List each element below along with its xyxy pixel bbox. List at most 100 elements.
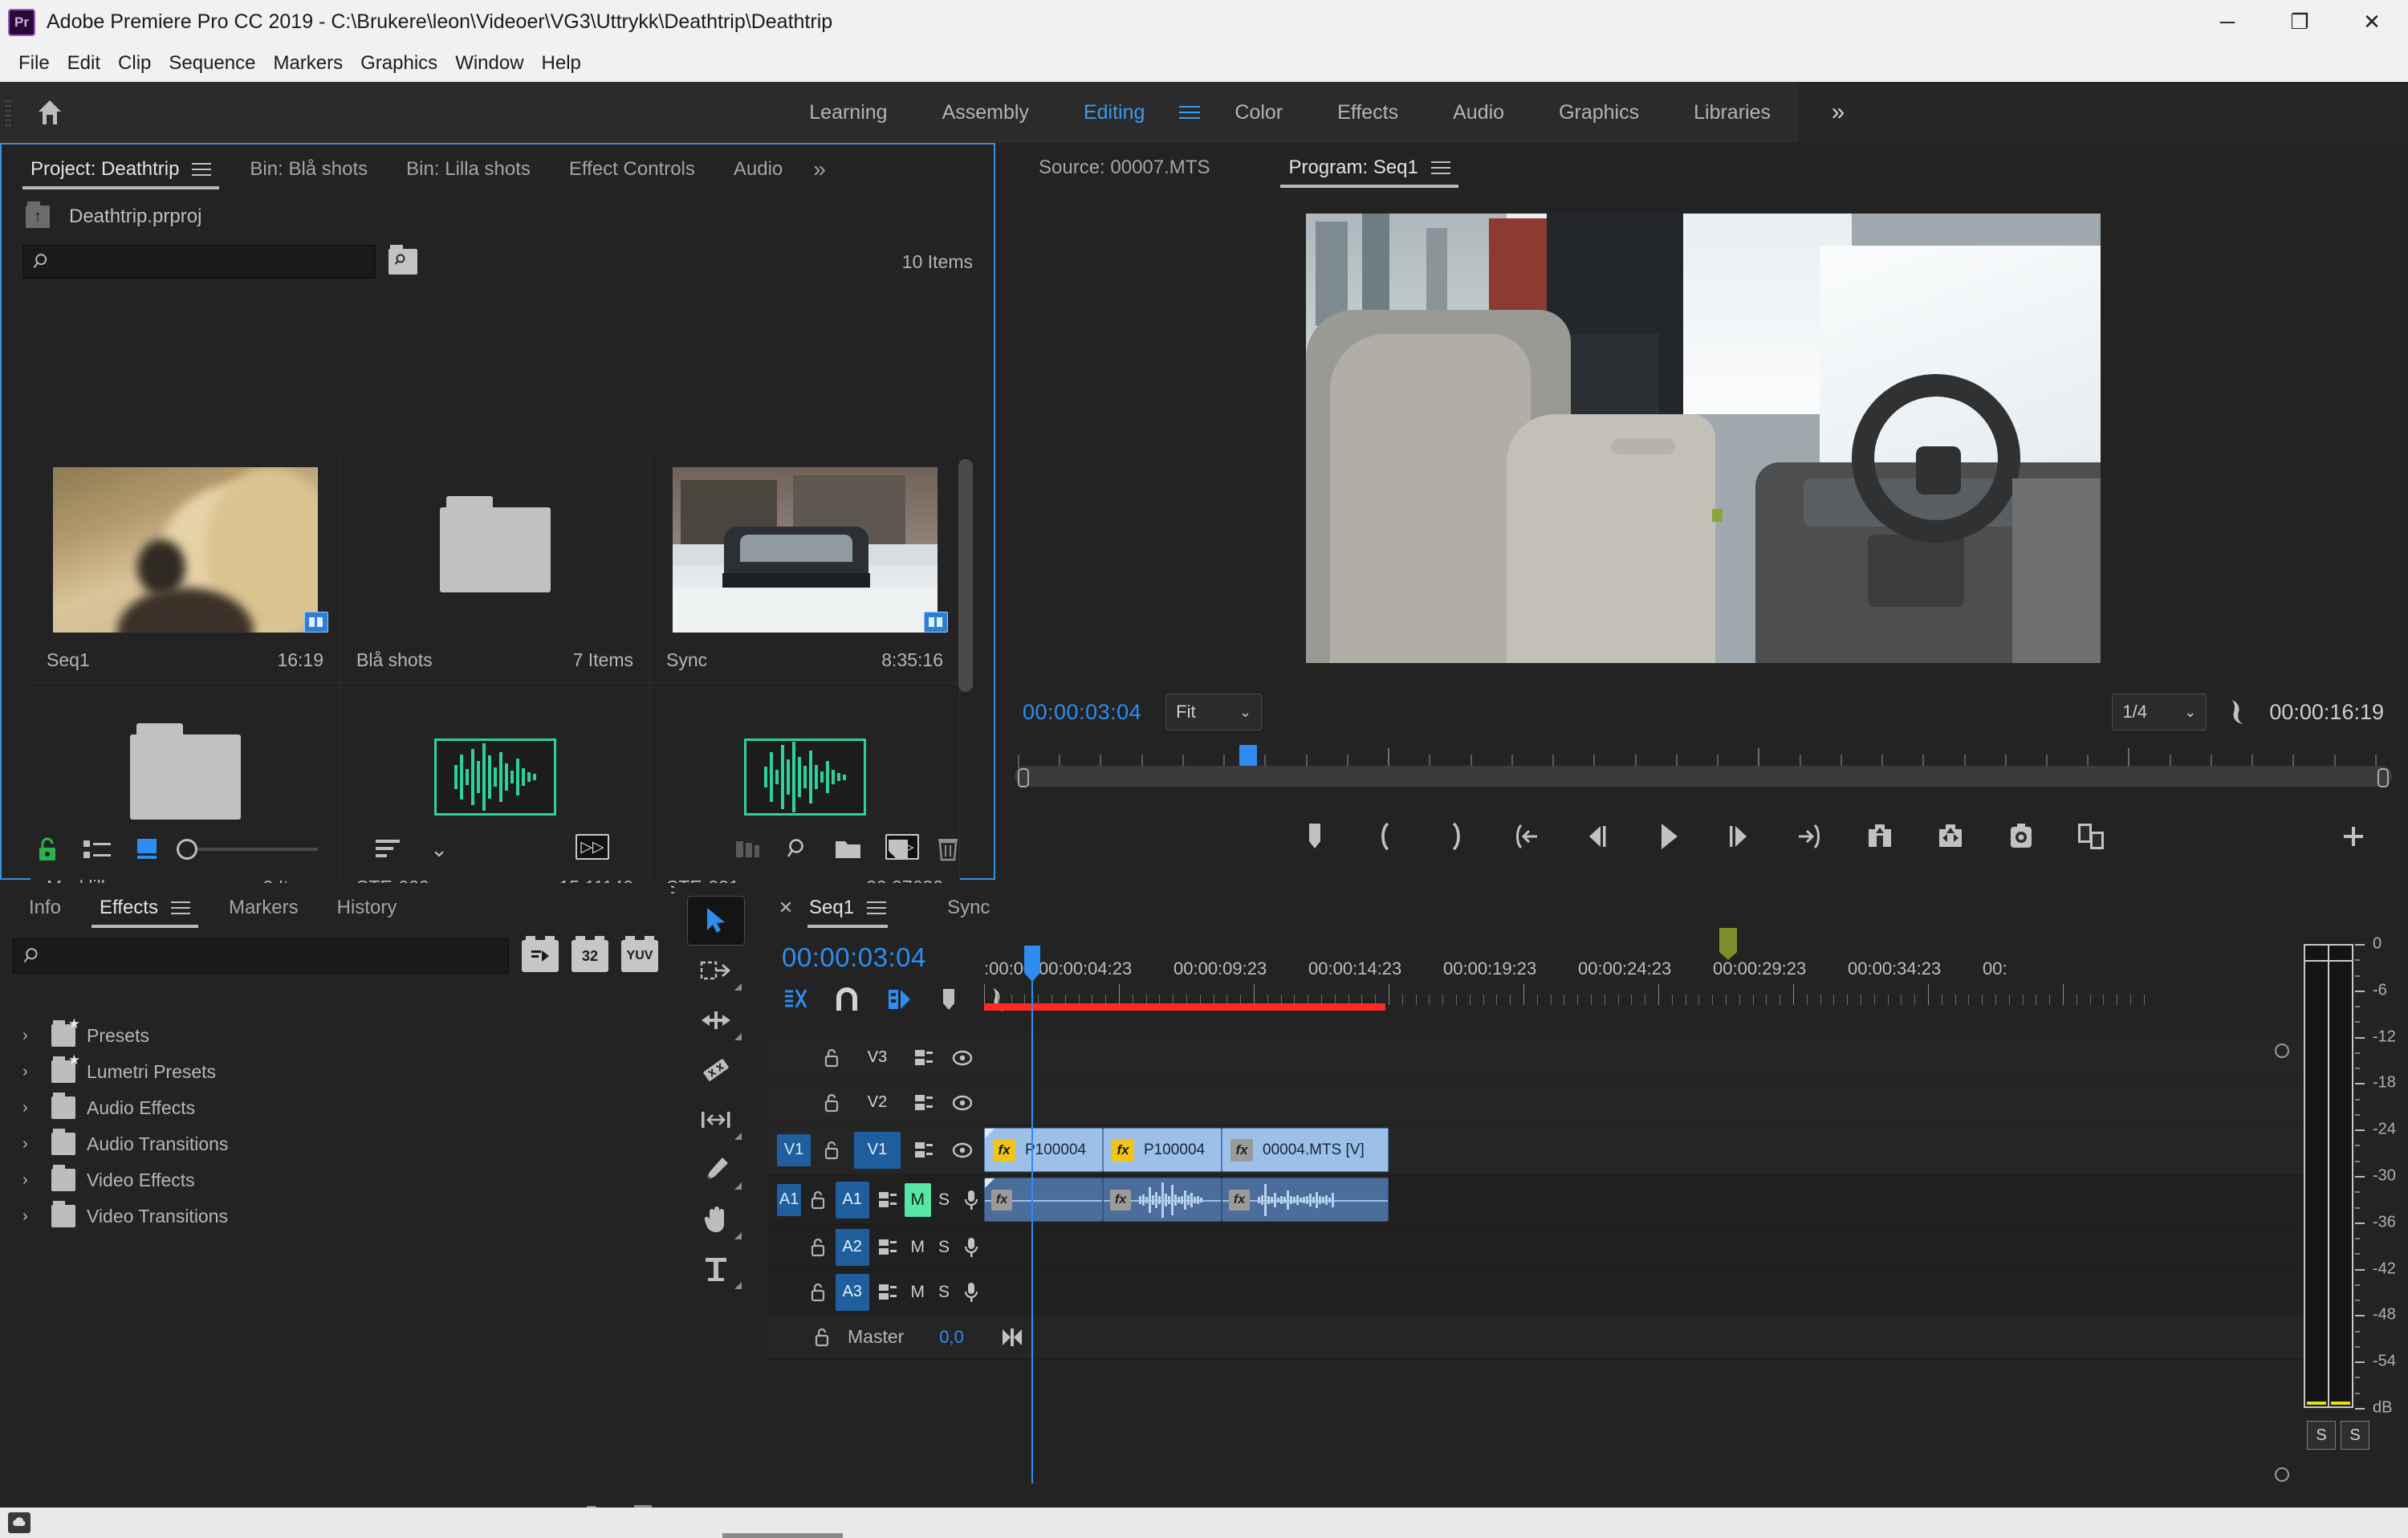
timeline-vscroll-bottom-knob[interactable]: [2275, 1467, 2289, 1482]
lift-button[interactable]: [1861, 816, 1899, 857]
timeline-clip-a1-2[interactable]: fx: [1103, 1178, 1222, 1222]
track-name-a1[interactable]: A1: [836, 1182, 869, 1219]
tab-bin-bla-shots[interactable]: Bin: Blå shots: [230, 144, 387, 194]
panel-grip[interactable]: [5, 99, 11, 126]
effects-item-lumetri-presets[interactable]: › Lumetri Presets: [11, 1054, 660, 1090]
monitor-scrub-area[interactable]: [999, 742, 2408, 793]
sync-lock-icon[interactable]: [876, 1190, 900, 1210]
tab-program-monitor[interactable]: Program: Seq1: [1269, 143, 1469, 193]
chevron-right-icon[interactable]: ›: [22, 1099, 40, 1117]
timeline-clip-v1-2[interactable]: fx P100004: [1103, 1128, 1222, 1172]
timeline-clip-a1-1[interactable]: fx: [984, 1178, 1103, 1222]
effects-item-presets[interactable]: › Presets: [11, 1018, 660, 1054]
lock-track-icon[interactable]: [806, 1190, 829, 1210]
icon-view-icon[interactable]: [122, 826, 172, 873]
effects-item-audio-transitions[interactable]: › Audio Transitions: [11, 1126, 660, 1162]
sync-lock-icon[interactable]: [907, 1048, 941, 1068]
track-name-a2[interactable]: A2: [836, 1229, 869, 1266]
track-name-v3[interactable]: V3: [854, 1040, 901, 1076]
sort-icon[interactable]: [364, 826, 414, 873]
toggle-track-output-icon[interactable]: [946, 1142, 979, 1158]
list-view-icon[interactable]: [72, 826, 122, 873]
toggle-track-output-icon[interactable]: [946, 1050, 979, 1066]
tab-effects[interactable]: Effects: [80, 883, 209, 933]
mark-out-button[interactable]: [1437, 816, 1475, 857]
tab-project-deathtrip[interactable]: Project: Deathtrip: [11, 144, 230, 194]
zoom-slider-track[interactable]: [197, 848, 318, 851]
sync-lock-icon[interactable]: [907, 1092, 941, 1113]
hand-tool[interactable]: [687, 1194, 745, 1244]
zoom-slider-knob[interactable]: [177, 839, 197, 860]
solo-track-button-a1[interactable]: S: [933, 1190, 956, 1210]
pen-tool[interactable]: [687, 1145, 745, 1194]
add-marker-button[interactable]: [1296, 816, 1334, 857]
step-back-button[interactable]: [1578, 816, 1617, 857]
chevron-right-icon[interactable]: ›: [22, 1207, 40, 1226]
effects-item-audio-effects[interactable]: › Audio Effects: [11, 1090, 660, 1126]
minimize-button[interactable]: ─: [2191, 0, 2264, 44]
selection-tool[interactable]: [687, 896, 745, 946]
rate-stretch-tool[interactable]: [687, 1045, 745, 1095]
mute-track-button-a2[interactable]: M: [905, 1231, 931, 1264]
track-name-v1[interactable]: V1: [854, 1132, 901, 1169]
chevron-right-icon[interactable]: ›: [22, 1135, 40, 1154]
audio-meter-box[interactable]: [2304, 944, 2353, 1408]
solo-track-button-a2[interactable]: S: [933, 1238, 956, 1257]
voice-record-icon[interactable]: [958, 1281, 984, 1304]
maximize-button[interactable]: ❐: [2264, 0, 2336, 44]
step-forward-button[interactable]: [1719, 816, 1758, 857]
track-source-indicator[interactable]: [777, 1231, 801, 1263]
track-content-v2[interactable]: [984, 1080, 2304, 1125]
mute-track-button-a1[interactable]: M: [905, 1183, 931, 1217]
timeline-ruler[interactable]: :00:00 00:00:04:23 00:00:09:23 00:00:14:…: [984, 941, 2304, 1015]
timeline-panel-menu-icon[interactable]: [867, 897, 886, 918]
playback-resolution-dropdown[interactable]: 1/4 ⌄: [2112, 694, 2207, 730]
project-search-input[interactable]: [59, 252, 375, 271]
snap-icon[interactable]: [835, 987, 859, 1012]
project-item-sync[interactable]: Sync 8:35:16: [650, 456, 960, 683]
sync-lock-icon[interactable]: [907, 1140, 941, 1161]
timeline-clip-v1-3[interactable]: fx 00004.MTS [V]: [1222, 1128, 1389, 1172]
workspace-overflow-icon[interactable]: »: [1814, 82, 1862, 143]
sequence-marker[interactable]: [1719, 928, 1737, 952]
track-content-a2[interactable]: [984, 1225, 2304, 1269]
lock-track-icon[interactable]: [806, 1282, 829, 1303]
track-source-indicator[interactable]: [777, 1042, 811, 1074]
workspace-tab-editing[interactable]: Editing: [1056, 82, 1172, 143]
sync-lock-icon[interactable]: [876, 1282, 900, 1303]
monitor-scrollbar[interactable]: [1015, 766, 2392, 787]
32-bit-color-icon[interactable]: 32: [571, 940, 608, 972]
workspace-tab-assembly[interactable]: Assembly: [915, 82, 1056, 143]
track-source-indicator-v1[interactable]: V1: [777, 1134, 811, 1166]
menu-window[interactable]: Window: [446, 44, 532, 82]
program-current-timecode[interactable]: 00:00:03:04: [1023, 700, 1141, 725]
lock-track-icon[interactable]: [816, 1140, 848, 1161]
lock-track-icon[interactable]: [816, 1048, 848, 1068]
linked-selection-icon[interactable]: [886, 987, 912, 1012]
close-button[interactable]: ✕: [2336, 0, 2408, 44]
timeline-vscroll-top-knob[interactable]: [2275, 1044, 2289, 1058]
menu-sequence[interactable]: Sequence: [160, 44, 264, 82]
workspace-menu-icon[interactable]: [1172, 82, 1207, 143]
add-marker-icon[interactable]: [939, 987, 958, 1012]
menu-graphics[interactable]: Graphics: [352, 44, 446, 82]
new-bin-icon[interactable]: [824, 826, 873, 873]
settings-wrench-icon[interactable]: [2224, 698, 2251, 726]
voice-record-icon[interactable]: [958, 1189, 984, 1211]
sync-lock-icon[interactable]: [876, 1237, 900, 1258]
workspace-tab-color[interactable]: Color: [1207, 82, 1310, 143]
menu-help[interactable]: Help: [533, 44, 590, 82]
nest-sequence-icon[interactable]: [782, 987, 807, 1012]
track-select-forward-tool[interactable]: [687, 946, 745, 995]
thumbnail-zoom-slider[interactable]: [177, 839, 318, 860]
close-sequence-icon[interactable]: ✕: [775, 883, 796, 933]
zoom-level-dropdown[interactable]: Fit ⌄: [1165, 694, 1262, 730]
tab-history[interactable]: History: [318, 883, 417, 933]
toggle-track-output-icon[interactable]: [946, 1095, 979, 1111]
button-editor-plus-icon[interactable]: [2334, 816, 2373, 857]
home-icon[interactable]: [32, 96, 67, 129]
master-track-value[interactable]: 0,0: [939, 1327, 964, 1348]
workspace-tab-graphics[interactable]: Graphics: [1531, 82, 1666, 143]
go-to-out-button[interactable]: [1790, 816, 1828, 857]
tab-audio-clip-mixer[interactable]: Audio: [714, 144, 802, 194]
